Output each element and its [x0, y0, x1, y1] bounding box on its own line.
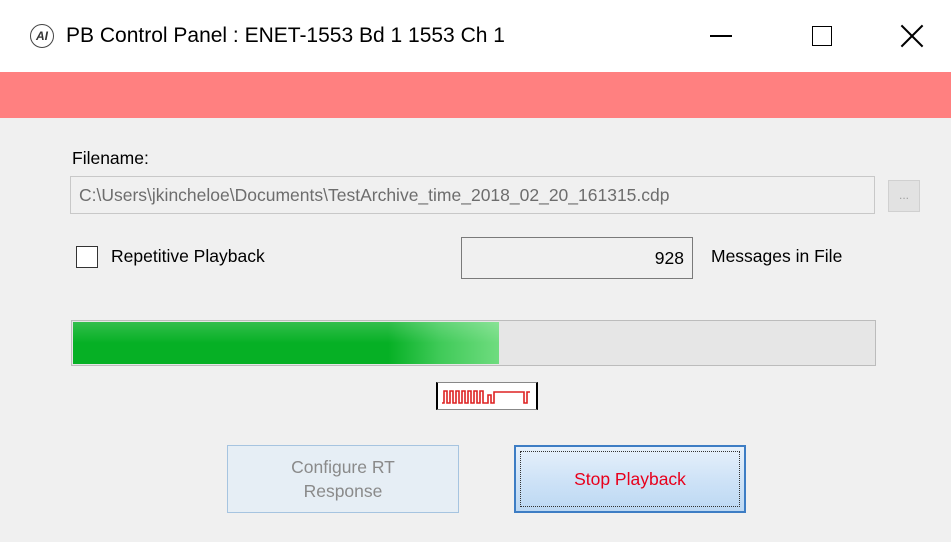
- minimize-icon: [710, 35, 732, 37]
- configure-rt-response-label: Configure RT Response: [291, 457, 395, 501]
- title-bar[interactable]: AI PB Control Panel : ENET-1553 Bd 1 155…: [0, 0, 951, 72]
- configure-rt-response-button[interactable]: Configure RT Response: [227, 445, 459, 513]
- stop-playback-label: Stop Playback: [574, 469, 686, 489]
- waveform-icon: [436, 382, 538, 410]
- messages-in-file-label: Messages in File: [711, 246, 843, 266]
- close-button[interactable]: [866, 0, 951, 72]
- repetitive-playback-checkbox[interactable]: [76, 246, 98, 268]
- status-strip: [0, 72, 951, 118]
- maximize-icon: [812, 26, 832, 46]
- stop-playback-button[interactable]: Stop Playback: [514, 445, 746, 513]
- filename-field[interactable]: C:\Users\jkincheloe\Documents\TestArchiv…: [70, 176, 875, 214]
- repetitive-playback-label[interactable]: Repetitive Playback: [111, 246, 265, 267]
- filename-label: Filename:: [72, 148, 149, 168]
- progress-fill: [73, 322, 499, 364]
- close-icon: [900, 24, 924, 48]
- minimize-button[interactable]: [675, 0, 767, 72]
- message-count-field: 928: [461, 237, 693, 279]
- app-logo-icon: AI: [30, 24, 54, 48]
- playback-progress-bar: [71, 320, 876, 366]
- window-title: PB Control Panel : ENET-1553 Bd 1 1553 C…: [66, 24, 505, 47]
- browse-button[interactable]: ...: [888, 180, 920, 212]
- maximize-button[interactable]: [776, 0, 868, 72]
